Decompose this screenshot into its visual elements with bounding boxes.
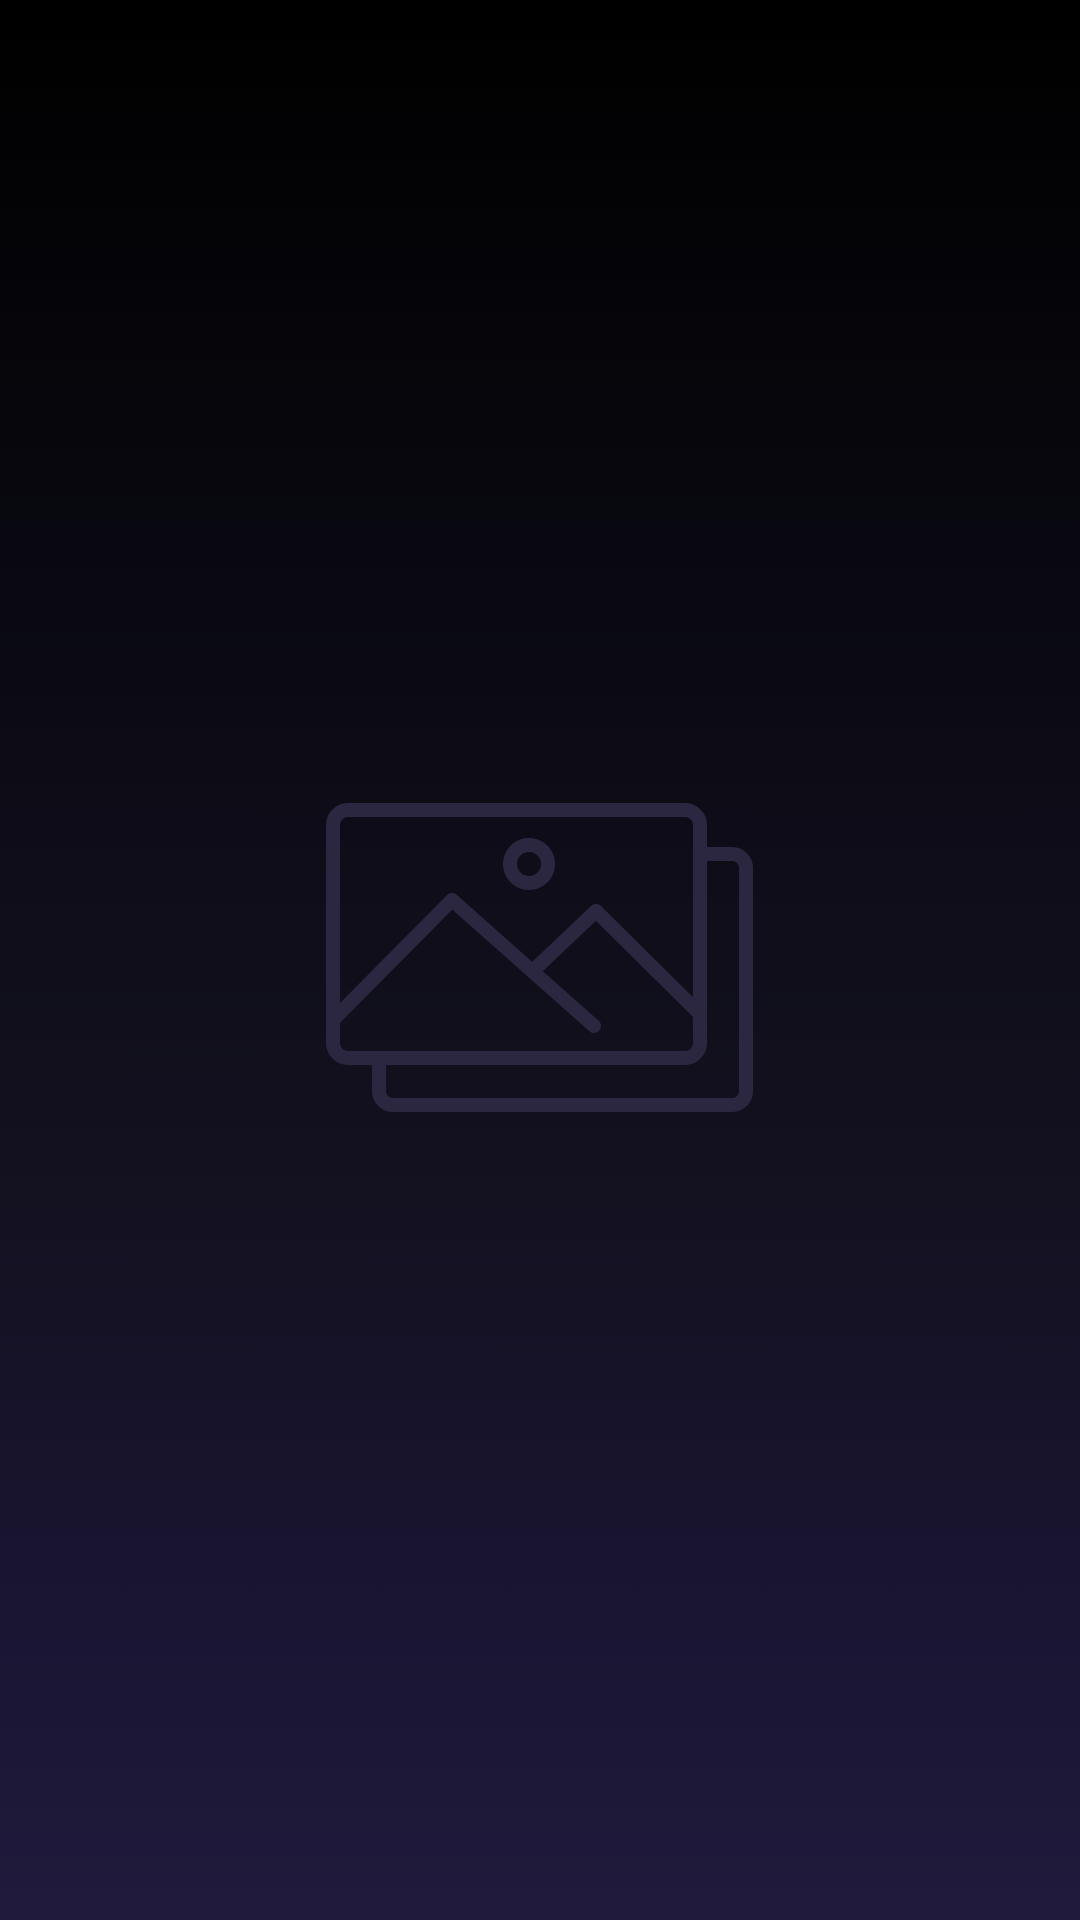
sun-circle [503, 838, 555, 890]
back-frame [372, 847, 753, 1112]
images-icon [326, 803, 753, 1112]
empty-gallery-screen [0, 0, 1080, 1920]
image-placeholder [322, 803, 758, 1115]
mountain-large [326, 893, 601, 1033]
